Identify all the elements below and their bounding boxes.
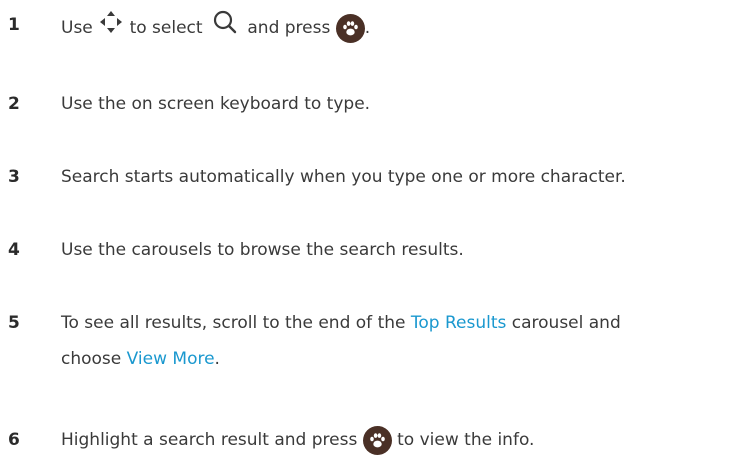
step-text: Use to select and press . <box>61 8 751 48</box>
search-icon <box>212 9 238 47</box>
top-results-link[interactable]: Top Results <box>411 313 506 333</box>
step-text-segment: to select <box>129 18 203 38</box>
step-text: To see all results, scroll to the end of… <box>61 306 751 340</box>
step-number: 2 <box>8 94 20 114</box>
step-number: 1 <box>8 15 20 35</box>
step-number: 6 <box>8 430 20 450</box>
step-text-segment: carousel and <box>506 313 621 333</box>
view-more-link[interactable]: View More <box>127 349 215 369</box>
step-number: 5 <box>8 313 20 333</box>
step-text-segment: and press <box>247 18 331 38</box>
step-text-segment: . <box>364 18 371 38</box>
paw-button-icon <box>335 13 365 43</box>
step-text-segment: choose <box>61 349 127 369</box>
step-text-line2: choose View More. <box>61 342 751 376</box>
paw-button-icon <box>362 425 392 455</box>
step-text: Use the carousels to browse the search r… <box>61 240 464 260</box>
step-number: 3 <box>8 167 20 187</box>
step-text-segment: Use <box>61 18 93 38</box>
step-text: Use the on screen keyboard to type. <box>61 94 371 114</box>
step-text-segment: to view the info. <box>397 430 535 450</box>
dpad-arrows-icon <box>98 8 124 48</box>
step-text-segment: . <box>214 349 220 369</box>
step-text-segment: To see all results, scroll to the end of… <box>61 313 411 333</box>
step-text: Highlight a search result and press to v… <box>61 423 751 457</box>
step-number: 4 <box>8 240 20 260</box>
step-text-segment: Highlight a search result and press <box>61 430 358 450</box>
step-text: Search starts automatically when you typ… <box>61 167 626 187</box>
